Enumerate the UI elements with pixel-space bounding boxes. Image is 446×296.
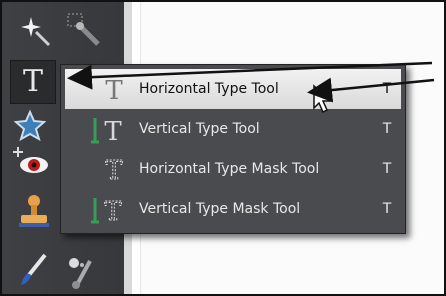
callout-arrow-to-type-tool: [67, 61, 433, 90]
callout-arrow-to-horizontal-type-tool: [307, 77, 435, 103]
callout-arrows: [67, 61, 435, 103]
